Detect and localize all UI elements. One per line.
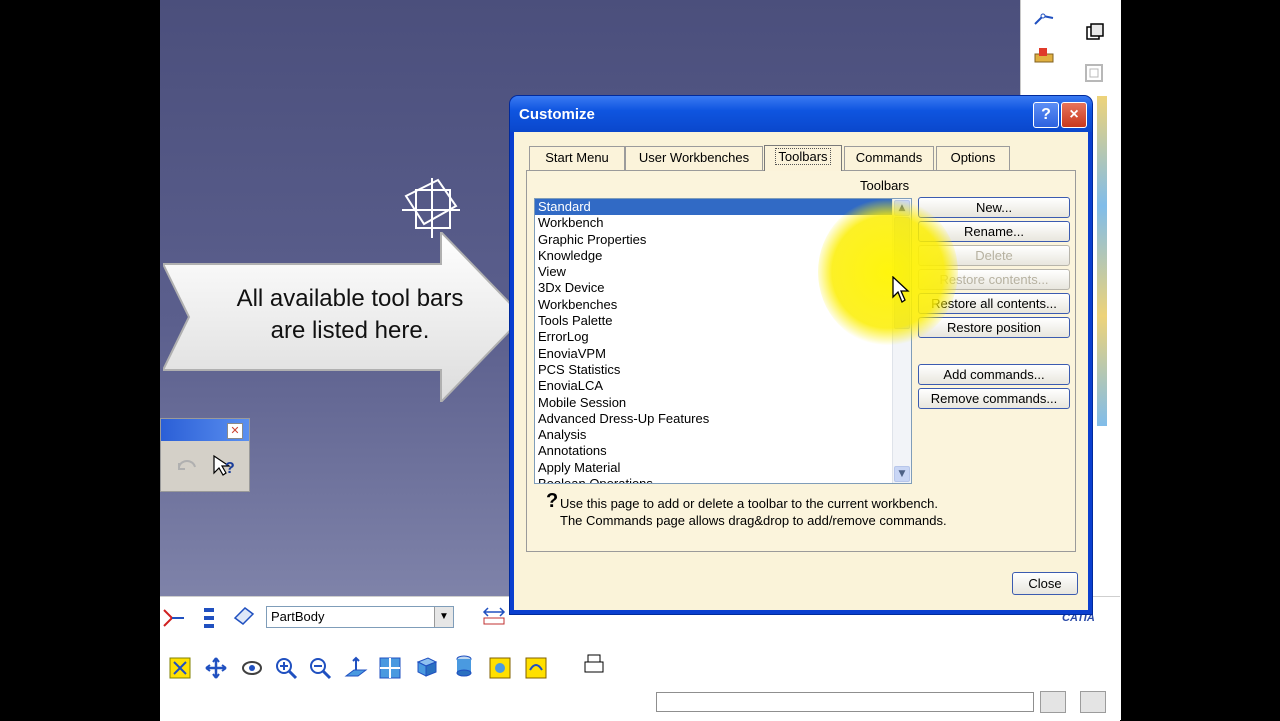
- status-button-2[interactable]: [1080, 691, 1106, 713]
- remove-commands-button[interactable]: Remove commands...: [918, 388, 1070, 409]
- dialog-title: Customize: [519, 106, 595, 123]
- close-button[interactable]: Close: [1012, 572, 1078, 595]
- print-icon[interactable]: [582, 652, 606, 676]
- sketch-icon[interactable]: [1033, 10, 1055, 32]
- scroll-down-icon[interactable]: ▼: [894, 466, 910, 482]
- tab-toolbars[interactable]: Toolbars: [764, 145, 842, 171]
- restore-position-button[interactable]: Restore position: [918, 317, 1070, 338]
- hide-show-icon[interactable]: [488, 656, 512, 680]
- toolbar-list-item[interactable]: Annotations: [535, 443, 911, 459]
- pad-icon[interactable]: [1083, 22, 1105, 44]
- shading-icon[interactable]: [452, 654, 476, 678]
- callout-line-2: are listed here.: [270, 317, 430, 344]
- new-toolbar-button[interactable]: New...: [918, 197, 1070, 218]
- toolbar-list-item[interactable]: Tools Palette: [535, 313, 911, 329]
- restore-contents-button[interactable]: Restore contents...: [918, 269, 1070, 290]
- normal-view-icon[interactable]: [344, 656, 368, 680]
- mouse-cursor-icon: [892, 276, 910, 303]
- dialog-close-button[interactable]: ×: [1061, 102, 1087, 128]
- frame-icon[interactable]: [1083, 62, 1105, 84]
- tab-label: Options: [950, 150, 996, 165]
- toolbars-list-header: Toolbars: [860, 178, 910, 193]
- toolbar-list-item[interactable]: ErrorLog: [535, 329, 911, 345]
- scroll-thumb[interactable]: [894, 217, 910, 329]
- current-body-combo[interactable]: PartBody ▼: [266, 606, 454, 628]
- tab-commands[interactable]: Commands: [844, 146, 934, 170]
- fit-all-icon[interactable]: [168, 656, 192, 680]
- toolbar-list-item[interactable]: Knowledge: [535, 248, 911, 264]
- swap-space-icon[interactable]: [524, 656, 548, 680]
- iso-view-icon[interactable]: [414, 654, 438, 678]
- dialog-body: Start Menu User Workbenches Toolbars Com…: [514, 132, 1088, 610]
- customize-dialog: Customize ? × Start Menu User Workbenche…: [510, 96, 1092, 614]
- axis-compass-icon: [402, 178, 460, 238]
- tab-label: Commands: [855, 150, 923, 165]
- callout-text: All available tool bars are listed here.: [195, 283, 505, 347]
- zoom-in-icon[interactable]: [274, 656, 298, 680]
- tab-label: Toolbars: [775, 148, 831, 165]
- rotate-icon[interactable]: [240, 656, 264, 680]
- add-commands-button[interactable]: Add commands...: [918, 364, 1070, 385]
- rename-toolbar-button[interactable]: Rename...: [918, 221, 1070, 242]
- spec-tree-icon[interactable]: [198, 606, 222, 630]
- tab-options[interactable]: Options: [936, 146, 1010, 170]
- callout-line-1: All available tool bars: [236, 285, 464, 312]
- toolbar-list-item[interactable]: Apply Material: [535, 460, 911, 476]
- toolbar-list-item[interactable]: Workbenches: [535, 297, 911, 313]
- status-button-1[interactable]: [1040, 691, 1066, 713]
- toolbar-list-item[interactable]: Graphic Properties: [535, 232, 911, 248]
- hint-line-2: The Commands page allows drag&drop to ad…: [560, 513, 947, 528]
- delete-toolbar-button[interactable]: Delete: [918, 245, 1070, 266]
- pan-icon[interactable]: [204, 656, 228, 680]
- command-input[interactable]: [656, 692, 1034, 712]
- multi-view-icon[interactable]: [378, 656, 402, 680]
- whats-this-help-icon[interactable]: ?: [211, 453, 237, 479]
- toolbar-list-item[interactable]: EnoviaLCA: [535, 378, 911, 394]
- svg-text:?: ?: [225, 460, 235, 477]
- tab-user-workbenches[interactable]: User Workbenches: [625, 146, 763, 170]
- toolbar-list-item[interactable]: Advanced Dress-Up Features: [535, 411, 911, 427]
- constraint-icon[interactable]: [162, 606, 186, 630]
- floating-toolbar[interactable]: ✕ ?: [160, 418, 250, 492]
- measure-icon[interactable]: [482, 604, 506, 628]
- tab-label: User Workbenches: [638, 150, 750, 165]
- part-design-icon[interactable]: [1033, 44, 1055, 66]
- help-button[interactable]: ?: [1033, 102, 1059, 128]
- zoom-out-icon[interactable]: [308, 656, 332, 680]
- floating-toolbar-titlebar[interactable]: ✕: [161, 419, 249, 441]
- toolbar-list-item[interactable]: Workbench: [535, 215, 911, 231]
- tab-label: Start Menu: [545, 150, 609, 165]
- restore-all-contents-button[interactable]: Restore all contents...: [918, 293, 1070, 314]
- floating-toolbar-close-button[interactable]: ✕: [227, 423, 243, 439]
- toolbar-edge-icons[interactable]: [1097, 96, 1107, 426]
- body-icon[interactable]: [232, 604, 256, 628]
- toolbar-list-item[interactable]: View: [535, 264, 911, 280]
- current-body-value: PartBody: [271, 609, 325, 624]
- toolbar-list-item[interactable]: Mobile Session: [535, 395, 911, 411]
- toolbar-list-item[interactable]: EnoviaVPM: [535, 346, 911, 362]
- toolbar-list-item[interactable]: Analysis: [535, 427, 911, 443]
- toolbars-listbox[interactable]: Standard Workbench Graphic Properties Knowl…: [534, 198, 912, 484]
- hint-line-1: Use this page to add or delete a toolbar…: [560, 496, 938, 511]
- scroll-up-icon[interactable]: ▲: [894, 200, 910, 216]
- tab-start-menu[interactable]: Start Menu: [529, 146, 625, 170]
- toolbar-list-item[interactable]: Standard: [535, 199, 911, 216]
- dialog-titlebar[interactable]: Customize ? ×: [510, 96, 1092, 132]
- undo-icon[interactable]: [175, 453, 199, 477]
- toolbar-list-item[interactable]: Boolean Operations: [535, 476, 911, 483]
- listbox-scrollbar[interactable]: ▲ ▼: [892, 199, 911, 483]
- toolbar-list-item[interactable]: PCS Statistics: [535, 362, 911, 378]
- chevron-down-icon[interactable]: ▼: [434, 607, 453, 627]
- question-icon: ?: [546, 490, 559, 512]
- toolbar-list-item[interactable]: 3Dx Device: [535, 280, 911, 296]
